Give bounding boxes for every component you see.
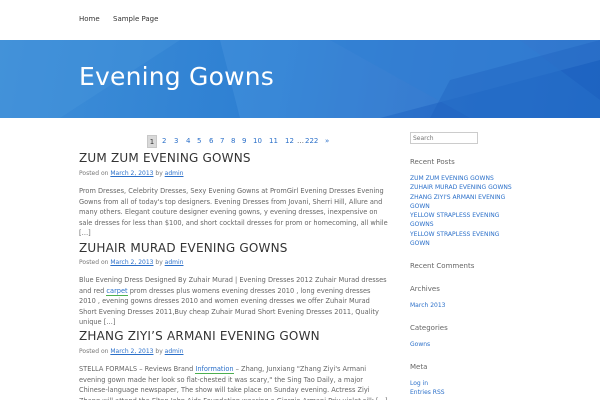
archives-heading: Archives [410, 285, 440, 293]
pagination-link-11[interactable]: 11 [269, 135, 278, 148]
search-input[interactable] [410, 132, 478, 144]
post-excerpt-link[interactable]: Information [195, 365, 234, 374]
post-excerpt: Blue Evening Dress Designed By Zuhair Mu… [79, 275, 389, 328]
post-meta: Posted on March 2, 2013 by admin [79, 170, 183, 177]
recent-post-link[interactable]: YELLOW STRAPLESS EVENING GOWNS [410, 211, 520, 230]
top-navigation: Home Sample Page [0, 0, 600, 40]
meta-heading: Meta [410, 363, 428, 371]
post-title[interactable]: ZUM ZUM EVENING GOWNS [79, 151, 251, 165]
nav-sample-page-link[interactable]: Sample Page [113, 15, 158, 23]
post-date-link[interactable]: March 2, 2013 [110, 170, 153, 177]
post-meta-by: by [155, 348, 163, 355]
recent-post-link[interactable]: YELLOW STRAPLESS EVENING GOWN [410, 230, 520, 249]
pagination-next[interactable]: » [325, 135, 329, 148]
pagination-link-5[interactable]: 5 [197, 135, 201, 148]
post-title[interactable]: ZUHAIR MURAD EVENING GOWNS [79, 241, 288, 255]
recent-post-link[interactable]: ZUHAIR MURAD EVENING GOWNS [410, 183, 520, 192]
nav-home-link[interactable]: Home [79, 15, 100, 23]
pagination-link-last[interactable]: 222 [305, 135, 318, 148]
post-meta-prefix: Posted on [79, 259, 109, 266]
post-meta-by: by [155, 170, 163, 177]
pagination-link-6[interactable]: 6 [209, 135, 213, 148]
header-banner: Evening Gowns [0, 40, 600, 118]
pagination-link-7[interactable]: 7 [220, 135, 224, 148]
pagination-current: 1 [147, 135, 157, 148]
post-author-link[interactable]: admin [165, 170, 184, 177]
post-excerpt: STELLA FORMALS – Reviews Brand Informati… [79, 364, 389, 400]
pagination-link-9[interactable]: 9 [242, 135, 246, 148]
pagination-link-8[interactable]: 8 [231, 135, 235, 148]
pagination-link-2[interactable]: 2 [162, 135, 166, 148]
pagination-link-4[interactable]: 4 [186, 135, 190, 148]
pagination-link-10[interactable]: 10 [253, 135, 262, 148]
post-meta-prefix: Posted on [79, 170, 109, 177]
post-meta-prefix: Posted on [79, 348, 109, 355]
category-link[interactable]: Gowns [410, 340, 520, 349]
pagination-ellipsis: … [297, 137, 304, 145]
post-excerpt: Prom Dresses, Celebrity Dresses, Sexy Ev… [79, 187, 388, 237]
post-date-link[interactable]: March 2, 2013 [110, 348, 153, 355]
recent-comments-heading: Recent Comments [410, 262, 475, 270]
archive-link[interactable]: March 2013 [410, 301, 520, 310]
pagination-link-3[interactable]: 3 [174, 135, 178, 148]
post-meta-by: by [155, 259, 163, 266]
recent-post-link[interactable]: ZHANG ZIYI'S ARMANI EVENING GOWN [410, 193, 520, 212]
banner-title: Evening Gowns [79, 62, 275, 91]
post-meta: Posted on March 2, 2013 by admin [79, 259, 183, 266]
recent-posts-heading: Recent Posts [410, 158, 455, 166]
post-excerpt-text: STELLA FORMALS – Reviews Brand [79, 365, 196, 373]
post-excerpt-link[interactable]: carpet [106, 286, 128, 296]
post-author-link[interactable]: admin [165, 259, 184, 266]
meta-entries-rss-link[interactable]: Entries RSS [410, 388, 520, 397]
recent-post-link[interactable]: ZUM ZUM EVENING GOWNS [410, 174, 520, 183]
post-title[interactable]: ZHANG ZIYI’S ARMANI EVENING GOWN [79, 329, 320, 343]
meta-login-link[interactable]: Log in [410, 379, 520, 388]
categories-heading: Categories [410, 324, 448, 332]
pagination-link-12[interactable]: 12 [285, 135, 294, 148]
post-date-link[interactable]: March 2, 2013 [110, 259, 153, 266]
post-author-link[interactable]: admin [165, 348, 184, 355]
post-meta: Posted on March 2, 2013 by admin [79, 348, 183, 355]
